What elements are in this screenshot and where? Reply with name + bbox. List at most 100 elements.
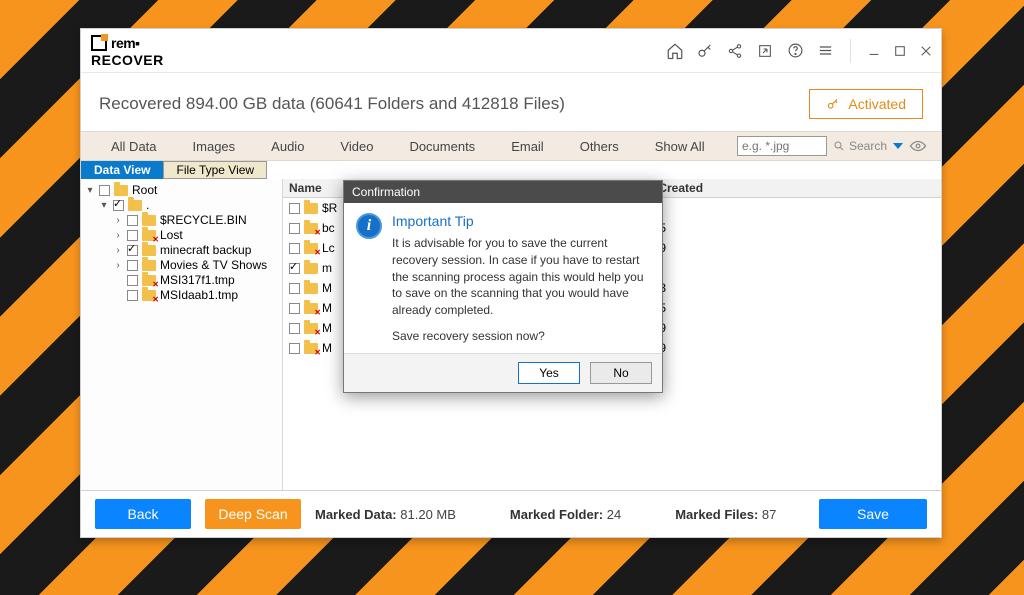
share-icon[interactable] (726, 42, 744, 60)
save-button[interactable]: Save (819, 499, 927, 529)
tree-item-label: $RECYCLE.BIN (160, 213, 247, 227)
folder-icon (142, 215, 156, 226)
checkbox[interactable] (127, 290, 138, 301)
help-icon[interactable] (786, 42, 804, 60)
dialog-yes-button[interactable]: Yes (518, 362, 580, 384)
titlebar-actions (666, 39, 933, 63)
folder-tree[interactable]: ▾Root▾.›$RECYCLE.BIN›Lost›minecraft back… (81, 179, 283, 490)
checkbox[interactable] (289, 243, 300, 254)
close-icon[interactable] (919, 44, 933, 58)
deleted-folder-icon (304, 343, 318, 354)
expander-icon[interactable]: ▾ (85, 185, 95, 196)
checkbox[interactable] (289, 283, 300, 294)
maximize-icon[interactable] (893, 44, 907, 58)
checkbox[interactable] (99, 185, 110, 196)
folder-icon (142, 260, 156, 271)
key-icon[interactable] (696, 42, 714, 60)
tab-video[interactable]: Video (322, 132, 391, 160)
dialog-heading: Important Tip (392, 213, 650, 229)
tree-item[interactable]: ›Movies & TV Shows (85, 258, 278, 273)
checkbox[interactable] (289, 323, 300, 334)
logo-text-line2: RECOVER (91, 55, 164, 66)
tab-file-type-view[interactable]: File Type View (163, 161, 267, 179)
activated-label: Activated (848, 96, 906, 112)
checkbox[interactable] (289, 223, 300, 234)
home-icon[interactable] (666, 42, 684, 60)
tree-item-label: MSIdaab1.tmp (160, 288, 238, 302)
search-icon (833, 140, 845, 152)
tree-item[interactable]: › minecraft backup (85, 243, 278, 258)
tab-documents[interactable]: Documents (391, 132, 493, 160)
export-icon[interactable] (756, 42, 774, 60)
tab-audio[interactable]: Audio (253, 132, 322, 160)
deep-scan-button[interactable]: Deep Scan (205, 499, 301, 529)
tab-email[interactable]: Email (493, 132, 562, 160)
deleted-folder-icon (304, 303, 318, 314)
dialog-question: Save recovery session now? (392, 329, 650, 343)
checkbox[interactable] (127, 260, 138, 271)
titlebar: rem▪ RECOVER (81, 29, 941, 73)
dialog-no-button[interactable]: No (590, 362, 652, 384)
deleted-folder-icon (304, 323, 318, 334)
preview-toggle-icon[interactable] (909, 140, 925, 152)
minimize-icon[interactable] (867, 44, 881, 58)
tab-all-data[interactable]: All Data (93, 132, 175, 160)
checkbox[interactable] (127, 275, 138, 286)
expander-icon[interactable]: › (113, 245, 123, 256)
expander-icon[interactable]: › (113, 230, 123, 241)
app-logo: rem▪ RECOVER (91, 35, 164, 66)
search-label-text: Search (849, 139, 887, 153)
checkbox[interactable] (127, 230, 138, 241)
tree-item[interactable]: MSI317f1.tmp (85, 273, 278, 288)
folder-icon (128, 200, 142, 211)
menu-icon[interactable] (816, 42, 834, 60)
checkbox[interactable] (127, 245, 138, 256)
tab-images[interactable]: Images (175, 132, 254, 160)
deleted-folder-icon (142, 290, 156, 301)
expander-icon[interactable]: › (113, 260, 123, 271)
back-button[interactable]: Back (95, 499, 191, 529)
checkbox[interactable] (127, 215, 138, 226)
view-tabs: Data View File Type View (81, 161, 941, 179)
folder-icon (304, 283, 318, 294)
deleted-folder-icon (304, 223, 318, 234)
checkbox[interactable] (289, 303, 300, 314)
checkbox[interactable] (289, 263, 300, 274)
tree-item-label: MSI317f1.tmp (160, 273, 235, 287)
folder-icon (142, 245, 156, 256)
folder-icon (304, 263, 318, 274)
info-icon: i (356, 213, 382, 239)
expander-icon[interactable]: › (113, 215, 123, 226)
marked-folder-metric: Marked Folder: 24 (510, 507, 621, 522)
deleted-folder-icon (142, 230, 156, 241)
dialog-title: Confirmation (344, 181, 662, 203)
tree-item-label: minecraft backup (160, 243, 251, 257)
search-dropdown-icon[interactable] (893, 143, 903, 149)
tree-item[interactable]: › $RECYCLE.BIN (85, 213, 278, 228)
category-tabs: All Data Images Audio Video Documents Em… (81, 131, 941, 161)
col-date[interactable]: Date Created (623, 179, 941, 197)
tree-item[interactable]: ▾. (85, 198, 278, 213)
checkbox[interactable] (113, 200, 124, 211)
tab-others[interactable]: Others (562, 132, 637, 160)
expander-icon[interactable]: ▾ (99, 200, 109, 211)
dialog-message: It is advisable for you to save the curr… (392, 235, 650, 319)
search-button[interactable]: Search (833, 139, 887, 153)
summary-row: Recovered 894.00 GB data (60641 Folders … (81, 73, 941, 131)
tab-data-view[interactable]: Data View (81, 161, 163, 179)
dialog-actions: Yes No (344, 354, 662, 392)
confirmation-dialog: Confirmation i Important Tip It is advis… (343, 180, 663, 393)
deleted-folder-icon (142, 275, 156, 286)
tree-item-label: . (146, 198, 149, 212)
tree-item[interactable]: MSIdaab1.tmp (85, 288, 278, 303)
checkbox[interactable] (289, 203, 300, 214)
deleted-folder-icon (304, 243, 318, 254)
titlebar-divider (850, 39, 851, 63)
search-input[interactable] (737, 136, 827, 156)
activated-button[interactable]: Activated (809, 89, 923, 119)
tab-show-all[interactable]: Show All (637, 132, 723, 160)
tree-item[interactable]: › Lost (85, 228, 278, 243)
tree-item-label: Lost (160, 228, 183, 242)
folder-icon (114, 185, 128, 196)
checkbox[interactable] (289, 343, 300, 354)
